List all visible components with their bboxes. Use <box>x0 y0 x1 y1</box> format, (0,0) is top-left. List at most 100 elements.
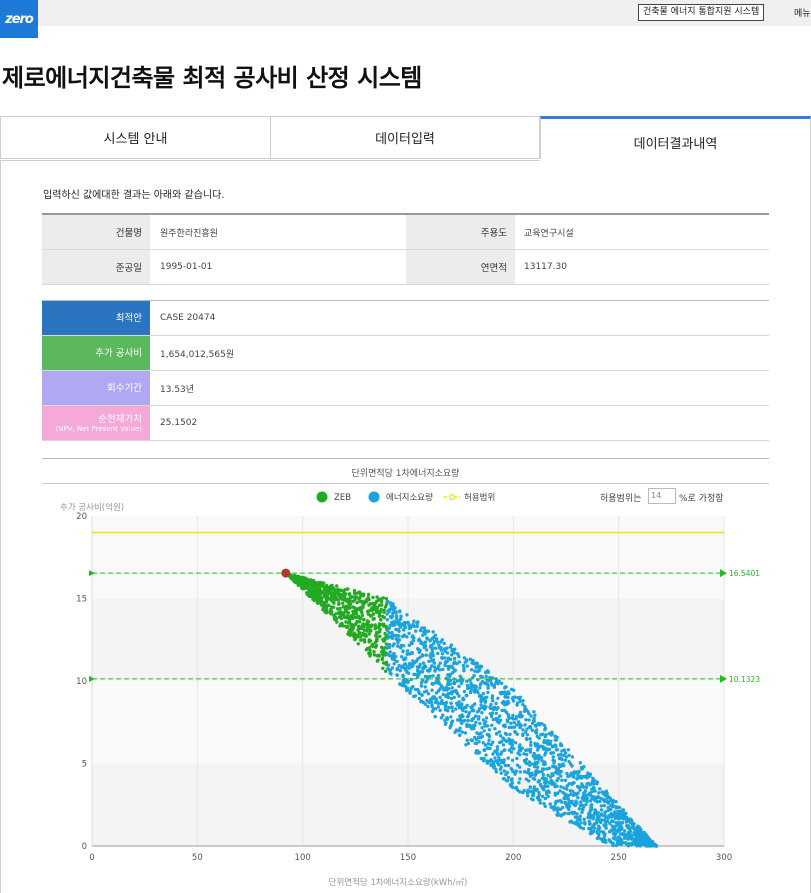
energy-point <box>606 808 610 813</box>
energy-point <box>566 811 571 816</box>
energy-point <box>421 661 426 665</box>
energy-point <box>463 718 467 723</box>
energy-point <box>551 764 555 769</box>
energy-point <box>444 721 448 725</box>
energy-point <box>450 686 454 690</box>
energy-point <box>470 727 474 731</box>
zeb-point <box>360 610 364 615</box>
zeb-point <box>362 625 366 629</box>
energy-point <box>468 690 473 695</box>
energy-point <box>487 759 492 763</box>
energy-point <box>527 725 532 729</box>
energy-point <box>535 748 540 752</box>
energy-point <box>574 792 578 796</box>
tab-system-guide[interactable]: 시스템 안내 <box>0 116 271 159</box>
energy-point <box>608 796 612 801</box>
energy-point <box>507 691 511 696</box>
energy-point <box>471 709 476 713</box>
energy-point <box>470 738 474 743</box>
energy-point <box>415 622 419 626</box>
energy-point <box>527 718 531 722</box>
energy-point <box>467 713 471 717</box>
x-tick-label: 300 <box>716 853 732 863</box>
menu-link[interactable]: 메뉴 <box>794 6 811 19</box>
energy-point <box>543 762 547 766</box>
tab-data-results[interactable]: 데이터결과내역 <box>540 116 811 160</box>
energy-point <box>423 674 428 679</box>
energy-point <box>446 673 450 677</box>
energy-point <box>497 757 501 762</box>
energy-point <box>633 831 637 836</box>
energy-point <box>542 723 547 728</box>
zeb-point <box>376 598 380 602</box>
zeb-point <box>329 612 333 616</box>
energy-point <box>593 779 597 783</box>
energy-point <box>423 685 427 689</box>
energy-point <box>489 681 494 685</box>
energy-point <box>455 679 459 683</box>
energy-point <box>501 743 506 747</box>
energy-system-link[interactable]: 건축물 에너지 통합지원 시스템 <box>638 4 765 21</box>
energy-point <box>464 743 468 747</box>
energy-point <box>623 829 627 833</box>
zeb-point <box>362 618 366 622</box>
energy-point <box>559 774 563 778</box>
energy-point <box>498 714 502 718</box>
energy-point <box>544 748 549 752</box>
energy-point <box>620 815 625 819</box>
energy-point <box>436 705 441 709</box>
energy-point <box>618 842 622 846</box>
energy-point <box>432 695 436 699</box>
zeb-point <box>305 592 310 596</box>
energy-point <box>579 800 583 804</box>
energy-point <box>483 699 488 703</box>
energy-point <box>395 617 399 621</box>
energy-point <box>569 820 573 824</box>
energy-point <box>477 707 482 711</box>
energy-point <box>503 731 508 736</box>
energy-point <box>528 785 532 789</box>
zeb-point <box>373 624 377 628</box>
energy-point <box>515 732 519 736</box>
tab-data-input[interactable]: 데이터입력 <box>270 116 540 159</box>
payback-period-label: 회수기간 <box>42 371 150 405</box>
energy-point <box>544 792 549 796</box>
zeb-point <box>371 617 375 621</box>
energy-point <box>396 666 400 671</box>
energy-point <box>503 763 508 768</box>
energy-point <box>427 659 431 663</box>
energy-point <box>639 831 643 836</box>
energy-point <box>535 787 539 792</box>
zeb-point <box>329 587 333 592</box>
energy-point <box>449 643 454 647</box>
npv-sublabel: (NPV, Net Present Value) <box>55 424 142 433</box>
energy-point <box>526 794 530 798</box>
optimal-point <box>281 568 291 578</box>
zero-logo[interactable]: zero <box>0 0 38 38</box>
zeb-point <box>353 607 358 611</box>
energy-point <box>621 808 626 812</box>
energy-point <box>445 716 449 720</box>
energy-point <box>604 826 608 830</box>
zeb-point <box>327 603 331 608</box>
energy-point <box>477 715 481 719</box>
energy-point <box>588 831 593 836</box>
energy-point <box>462 689 467 694</box>
energy-point <box>471 684 475 688</box>
energy-point <box>407 623 412 628</box>
energy-point <box>532 785 536 789</box>
energy-point <box>526 790 530 794</box>
x-tick-label: 150 <box>400 853 416 863</box>
energy-point <box>552 761 556 765</box>
legend-marker <box>316 491 328 503</box>
x-tick-label: 200 <box>505 853 521 863</box>
energy-point <box>483 704 487 708</box>
energy-point <box>534 768 539 773</box>
y-tick-label: 0 <box>82 842 87 852</box>
energy-point <box>542 801 546 806</box>
energy-point <box>468 723 472 728</box>
energy-point <box>401 673 405 677</box>
energy-point <box>589 803 593 808</box>
energy-point <box>523 723 527 727</box>
energy-point <box>452 656 457 661</box>
